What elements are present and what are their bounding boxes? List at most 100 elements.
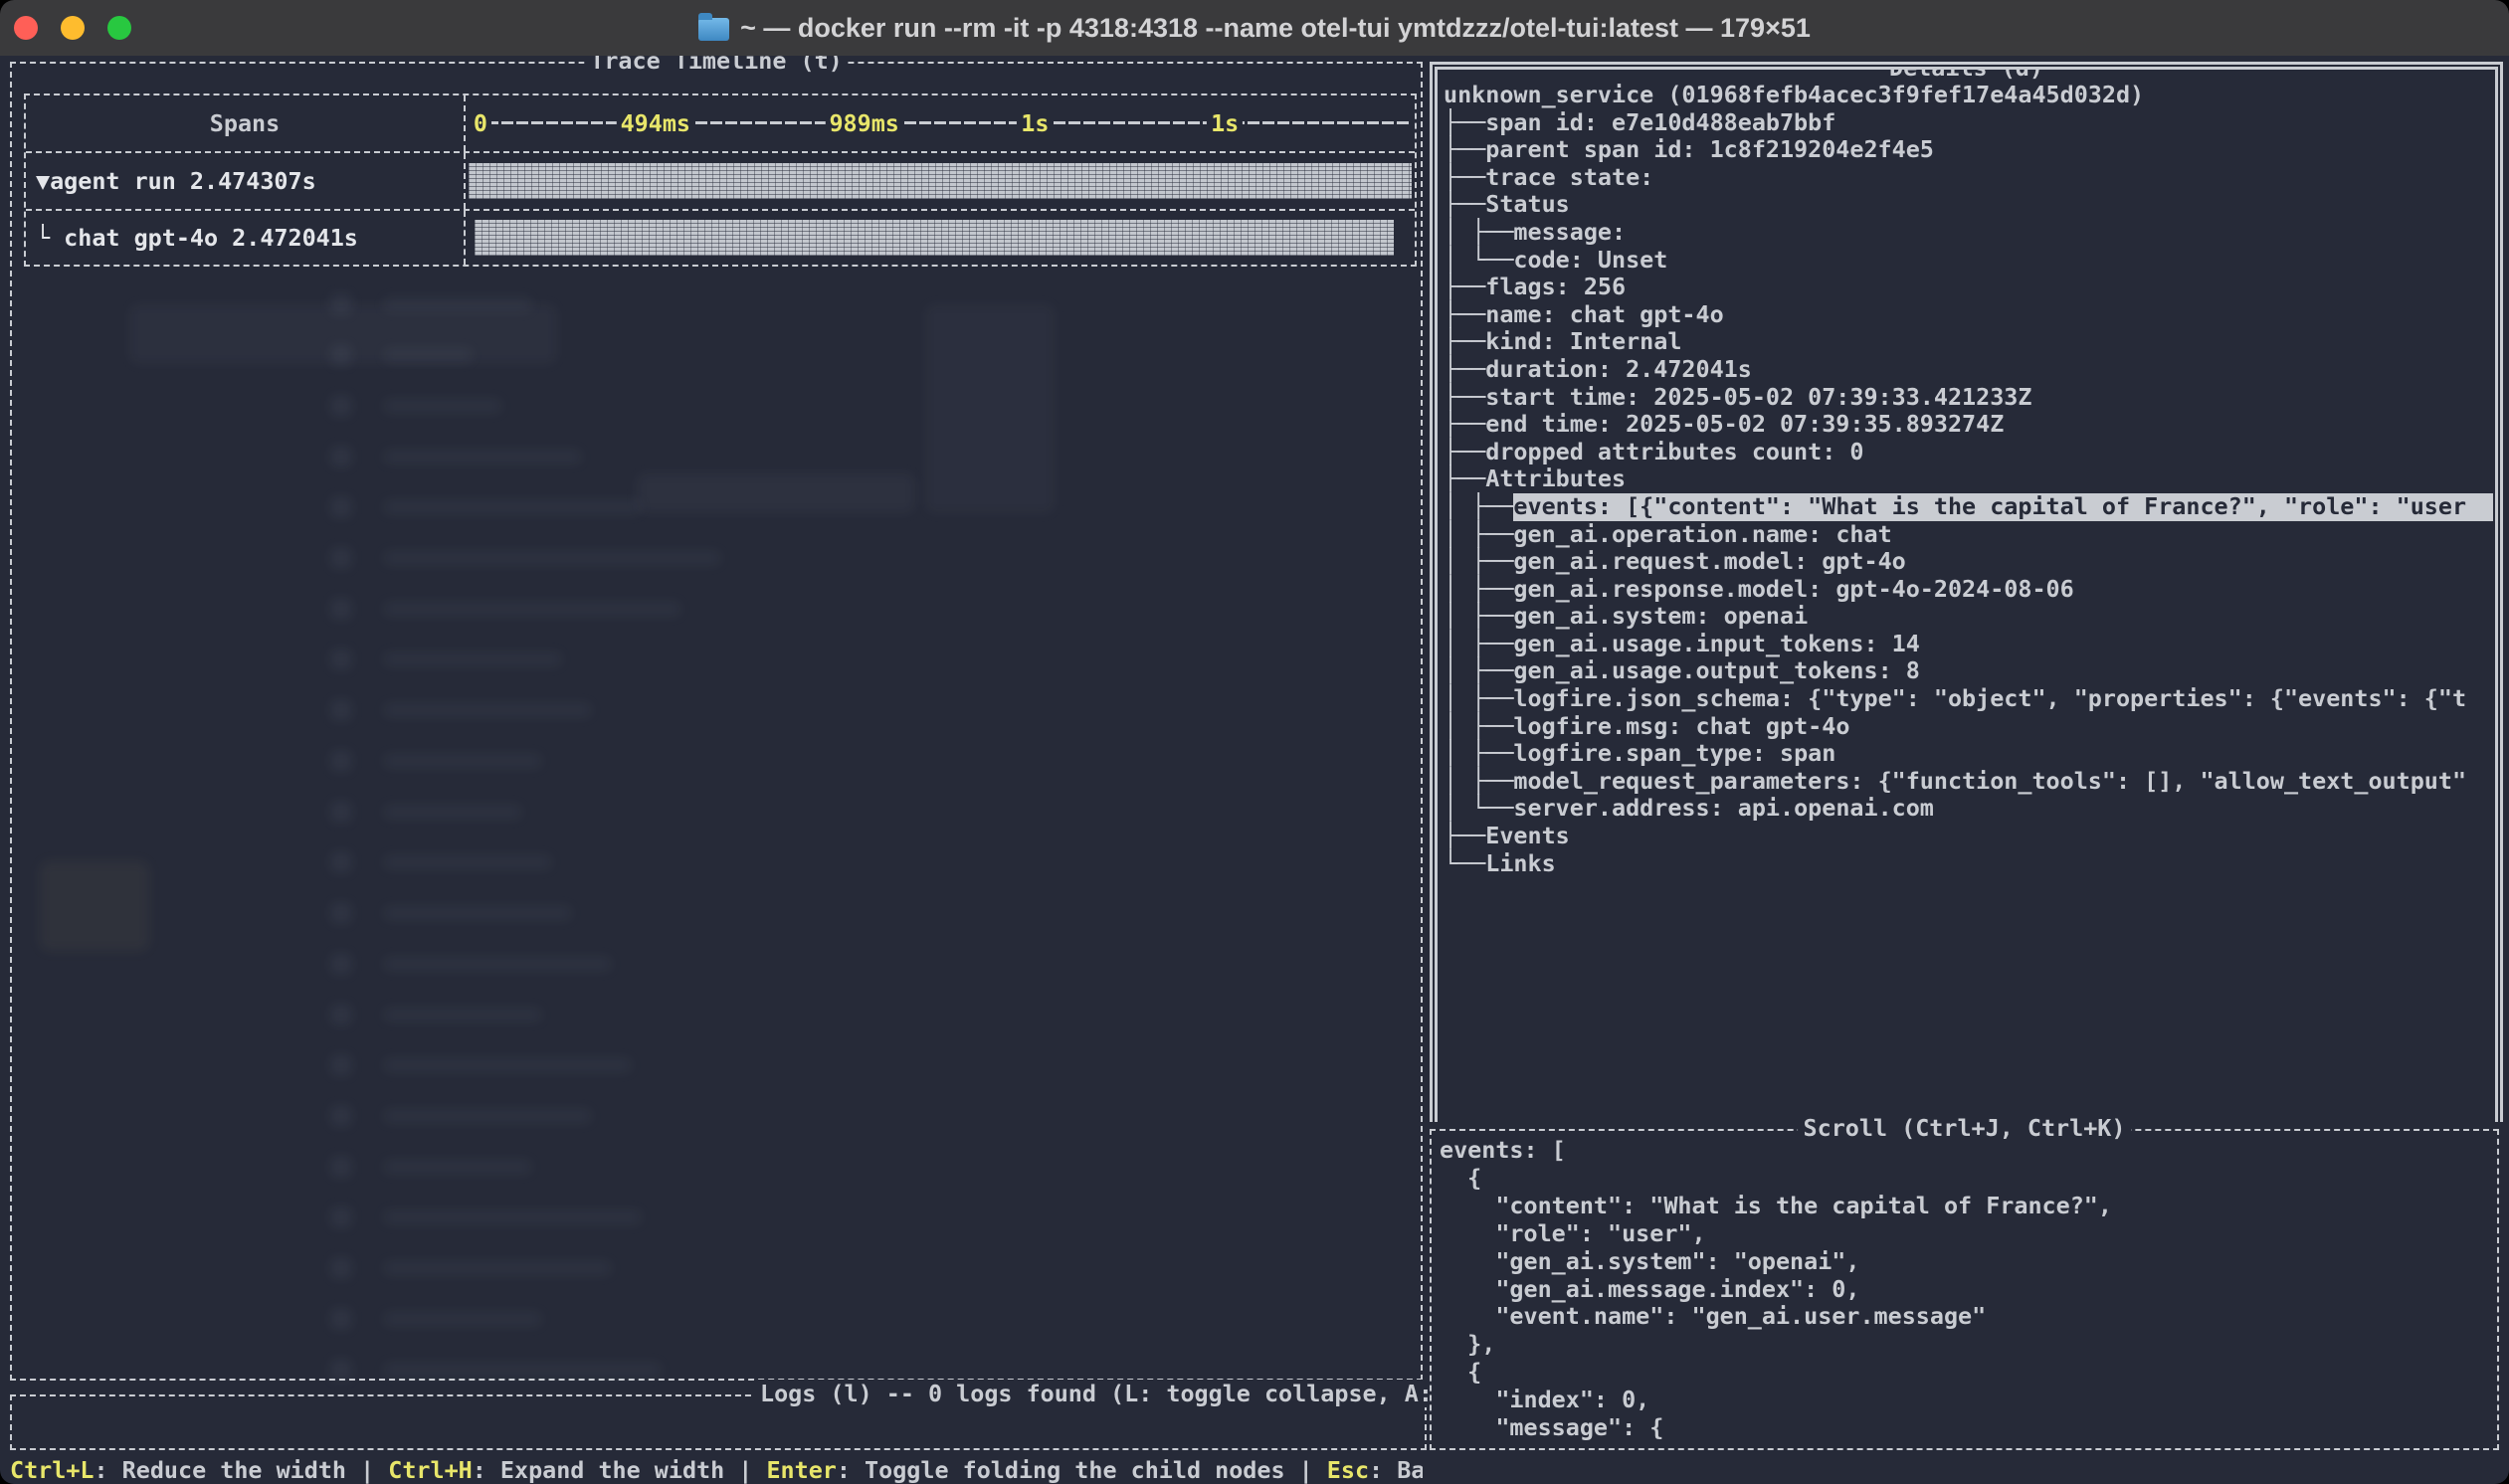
tree-row-label: gen_ai.response.model: gpt-4o-2024-08-06 — [1513, 576, 2073, 604]
tree-branch-lines: │ ├── — [1444, 657, 1513, 685]
tree-branch-lines: ├── — [1444, 823, 1485, 850]
tree-row[interactable]: │ ├──message: — [1444, 219, 2493, 247]
tree-branch-lines: │ ├── — [1444, 603, 1513, 631]
tree-row-label: trace state: — [1485, 164, 1653, 192]
tree-row-label: message: — [1513, 219, 1626, 247]
tree-branch-lines: │ ├── — [1444, 740, 1513, 768]
span-row[interactable]: └ chat gpt-4o 2.472041s — [26, 209, 1415, 265]
tree-row-selected[interactable]: │ ├──events: [{"content": "What is the c… — [1444, 493, 2493, 521]
tree-row[interactable]: unknown_service (01968fefb4acec3f9fef17e… — [1444, 82, 2493, 109]
tree-row[interactable]: │ ├──gen_ai.operation.name: chat — [1444, 521, 2493, 549]
details-panel: Details (d) unknown_service (01968fefb4a… — [1430, 62, 2503, 1122]
status-bar: Ctrl+L: Reduce the width | Ctrl+H: Expan… — [10, 1452, 1423, 1484]
tree-row-label: Links — [1485, 850, 1555, 878]
tree-row[interactable]: │ ├──logfire.json_schema: {"type": "obje… — [1444, 685, 2493, 713]
tree-row-label: logfire.msg: chat gpt-4o — [1513, 713, 1849, 741]
tree-row[interactable]: │ └──server.address: api.openai.com — [1444, 795, 2493, 823]
tree-row-label: model_request_parameters: {"function_too… — [1513, 768, 2466, 796]
zoom-button[interactable] — [107, 16, 131, 40]
terminal-screen: Trace Timeline (t) Spans 0494ms989ms1s1s… — [0, 56, 2509, 1484]
tree-row-label: parent span id: 1c8f219204e2f4e5 — [1485, 136, 1934, 164]
details-tree[interactable]: unknown_service (01968fefb4acec3f9fef17e… — [1444, 82, 2493, 1122]
close-button[interactable] — [14, 16, 38, 40]
tree-row[interactable]: ├──Status — [1444, 191, 2493, 219]
tree-branch-lines: ├── — [1444, 164, 1485, 192]
tree-row[interactable]: │ ├──gen_ai.response.model: gpt-4o-2024-… — [1444, 576, 2493, 604]
span-duration-bar — [469, 163, 1412, 199]
trace-timeline-panel: Trace Timeline (t) Spans 0494ms989ms1s1s… — [10, 62, 1423, 1381]
tree-row[interactable]: │ ├──gen_ai.request.model: gpt-4o — [1444, 548, 2493, 576]
tree-row[interactable]: ├──start time: 2025-05-02 07:39:33.42123… — [1444, 384, 2493, 412]
status-hotkey: Ctrl+H — [388, 1456, 473, 1484]
tree-branch-lines: │ ├── — [1444, 768, 1513, 796]
tree-row-label: unknown_service (01968fefb4acec3f9fef17e… — [1444, 82, 2144, 109]
tree-branch-lines: ├── — [1444, 384, 1485, 412]
tree-branch-lines: │ ├── — [1444, 631, 1513, 658]
tree-row[interactable]: │ ├──gen_ai.usage.input_tokens: 14 — [1444, 631, 2493, 658]
tree-branch-lines: ├── — [1444, 439, 1485, 466]
tree-row[interactable]: ├──parent span id: 1c8f219204e2f4e5 — [1444, 136, 2493, 164]
tree-row-label: flags: 256 — [1485, 274, 1626, 301]
folder-icon — [698, 18, 729, 41]
tree-branch-lines: │ ├── — [1444, 576, 1513, 604]
timeline-tick: 494ms — [617, 109, 694, 137]
tree-branch-lines: ├── — [1444, 301, 1485, 329]
tree-row-label: name: chat gpt-4o — [1485, 301, 1723, 329]
status-hotkey: Esc — [1327, 1456, 1369, 1484]
tree-row[interactable]: ├──Attributes — [1444, 465, 2493, 493]
tree-branch-lines: │ └── — [1444, 795, 1513, 823]
tree-branch-lines: ├── — [1444, 356, 1485, 384]
tree-row[interactable]: ├──trace state: — [1444, 164, 2493, 192]
window-title: ~ — docker run --rm -it -p 4318:4318 --n… — [0, 13, 2509, 44]
tree-branch-lines: ├── — [1444, 328, 1485, 356]
minimize-button[interactable] — [61, 16, 85, 40]
timeline-tick: 989ms — [825, 109, 902, 137]
tree-row[interactable]: ├──kind: Internal — [1444, 328, 2493, 356]
logs-panel-title: Logs (l) -- 0 logs found (L: toggle coll… — [754, 1380, 1439, 1407]
tree-row[interactable]: │ ├──logfire.span_type: span — [1444, 740, 2493, 768]
span-label: └ chat gpt-4o 2.472041s — [26, 224, 358, 252]
tree-row-label: dropped attributes count: 0 — [1485, 439, 1863, 466]
tree-row-label: gen_ai.usage.input_tokens: 14 — [1513, 631, 1919, 658]
tree-row[interactable]: │ ├──model_request_parameters: {"functio… — [1444, 768, 2493, 796]
tree-row-label: start time: 2025-05-02 07:39:33.421233Z — [1485, 384, 2031, 412]
tree-row-label: logfire.json_schema: {"type": "object", … — [1513, 685, 2466, 713]
spans-table-header: Spans 0494ms989ms1s1s — [26, 95, 1415, 151]
tree-row-label: span id: e7e10d488eab7bbf — [1485, 109, 1835, 137]
tree-branch-lines: ├── — [1444, 465, 1485, 493]
tree-row[interactable]: ├──dropped attributes count: 0 — [1444, 439, 2493, 466]
tree-row[interactable]: ├──flags: 256 — [1444, 274, 2493, 301]
tree-row[interactable]: │ ├──gen_ai.usage.output_tokens: 8 — [1444, 657, 2493, 685]
scroll-panel: Scroll (Ctrl+J, Ctrl+K) events: [ { "con… — [1430, 1129, 2499, 1450]
terminal-window: ~ — docker run --rm -it -p 4318:4318 --n… — [0, 0, 2509, 1484]
tree-branch-lines: │ ├── — [1444, 493, 1513, 521]
tree-row[interactable]: ├──span id: e7e10d488eab7bbf — [1444, 109, 2493, 137]
tree-row[interactable]: ├──Events — [1444, 823, 2493, 850]
tree-branch-lines: ├── — [1444, 411, 1485, 439]
tree-branch-lines: ├── — [1444, 109, 1485, 137]
tree-branch-lines: │ ├── — [1444, 713, 1513, 741]
spans-table: Spans 0494ms989ms1s1s ▼agent run 2.47430… — [24, 93, 1417, 267]
tree-row[interactable]: │ └──code: Unset — [1444, 247, 2493, 275]
tree-row-label: server.address: api.openai.com — [1513, 795, 1933, 823]
scroll-panel-content[interactable]: events: [ { "content": "What is the capi… — [1440, 1137, 2493, 1446]
tree-row[interactable]: │ ├──logfire.msg: chat gpt-4o — [1444, 713, 2493, 741]
tree-row-label: logfire.span_type: span — [1513, 740, 1835, 768]
timeline-ruler: 0494ms989ms1s1s — [466, 95, 1415, 151]
tree-row[interactable]: ├──duration: 2.472041s — [1444, 356, 2493, 384]
tree-row[interactable]: ├──end time: 2025-05-02 07:39:35.893274Z — [1444, 411, 2493, 439]
timeline-ruler-cell: 0494ms989ms1s1s — [464, 95, 1415, 151]
tree-row-label: Status — [1485, 191, 1570, 219]
tree-branch-lines: │ ├── — [1444, 685, 1513, 713]
tree-row[interactable]: └──Links — [1444, 850, 2493, 878]
tree-branch-lines: └── — [1444, 850, 1485, 878]
tree-branch-lines: │ ├── — [1444, 219, 1513, 247]
titlebar[interactable]: ~ — docker run --rm -it -p 4318:4318 --n… — [0, 0, 2509, 57]
span-row[interactable]: ▼agent run 2.474307s — [26, 151, 1415, 209]
tree-row-label: Events — [1485, 823, 1570, 850]
status-text: : Reduce the width | — [95, 1456, 389, 1484]
trace-timeline-title: Trace Timeline (t) — [584, 56, 848, 75]
tree-row[interactable]: ├──name: chat gpt-4o — [1444, 301, 2493, 329]
tree-row[interactable]: │ ├──gen_ai.system: openai — [1444, 603, 2493, 631]
tree-branch-lines: ├── — [1444, 274, 1485, 301]
